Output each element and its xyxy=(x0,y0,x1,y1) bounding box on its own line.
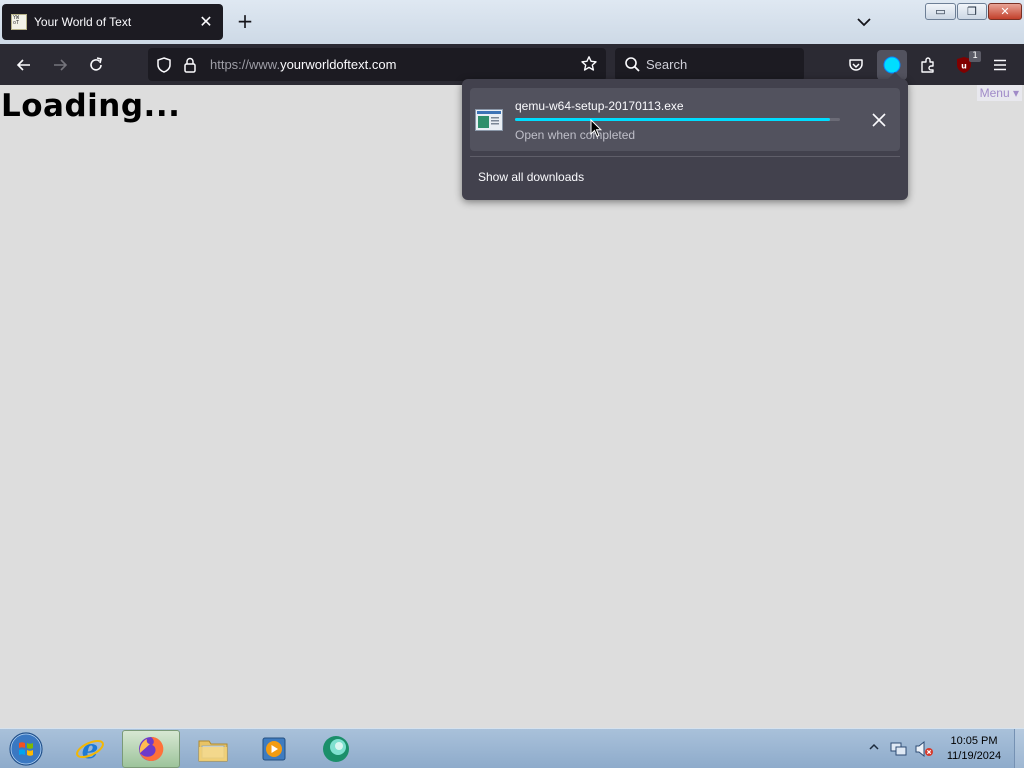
media-player-icon xyxy=(262,737,286,761)
windows-taskbar: e 10:05 PM 11/19/2024 xyxy=(0,728,1024,768)
new-tab-button[interactable]: + xyxy=(234,11,256,33)
close-tab-icon[interactable]: ✕ xyxy=(197,13,215,31)
lock-icon[interactable] xyxy=(182,56,198,74)
show-desktop-button[interactable] xyxy=(1014,729,1024,768)
download-file-name: qemu-w64-setup-20170113.exe xyxy=(515,99,684,113)
download-status: Open when completed xyxy=(515,128,636,142)
firefox-icon xyxy=(139,736,164,761)
minimize-button[interactable]: ▭ xyxy=(925,3,956,20)
close-icon xyxy=(872,113,886,127)
clock-time: 10:05 PM xyxy=(950,735,998,747)
taskbar-firefox[interactable] xyxy=(122,730,180,768)
tab-your-world-of-text[interactable]: YW oT Your World of Text ✕ xyxy=(2,4,223,40)
tab-strip: YW oT Your World of Text ✕ + ▭ ❐ ✕ xyxy=(0,0,1024,44)
search-bar[interactable]: Search xyxy=(615,48,804,81)
mouse-cursor-icon xyxy=(590,119,602,138)
clock-date: 11/19/2024 xyxy=(946,750,1002,762)
list-all-tabs-button[interactable] xyxy=(854,12,874,32)
arrow-left-icon xyxy=(16,59,30,71)
download-progress-bar xyxy=(515,118,840,121)
svg-text:e: e xyxy=(82,735,99,764)
speaker-muted-icon xyxy=(915,740,933,758)
search-icon xyxy=(625,57,640,72)
show-all-downloads-button[interactable]: Show all downloads xyxy=(478,170,584,184)
restore-button[interactable]: ❐ xyxy=(957,3,987,20)
tab-title: Your World of Text xyxy=(34,15,132,29)
taskbar-file-explorer[interactable] xyxy=(184,730,242,768)
downloads-panel: qemu-w64-setup-20170113.exe Open when co… xyxy=(462,72,908,200)
cancel-download-button[interactable] xyxy=(868,109,890,131)
taskbar-clock[interactable]: 10:05 PM 11/19/2024 xyxy=(934,734,1014,764)
url-text[interactable]: https://www.yourworldoftext.com xyxy=(210,57,396,72)
svg-text:u: u xyxy=(961,62,967,71)
app-menu-button[interactable] xyxy=(985,50,1015,80)
chevron-down-icon xyxy=(857,18,871,27)
pocket-button[interactable] xyxy=(841,50,871,80)
taskbar-app-green[interactable] xyxy=(307,730,365,768)
tracking-protection-shield-icon[interactable] xyxy=(155,56,173,74)
hamburger-menu-icon xyxy=(994,59,1006,71)
internet-explorer-icon: e xyxy=(76,735,104,764)
reload-icon xyxy=(90,57,102,71)
bookmark-star-icon[interactable] xyxy=(580,55,598,73)
extension-badge: 1 xyxy=(969,51,981,62)
address-bar[interactable]: https://www.yourworldoftext.com xyxy=(148,48,606,81)
site-favicon-icon: YW oT xyxy=(11,14,27,30)
tray-network[interactable] xyxy=(889,740,907,761)
globe-app-icon xyxy=(323,736,349,762)
start-button[interactable] xyxy=(7,731,45,767)
close-window-button[interactable]: ✕ xyxy=(988,3,1022,20)
taskbar-media-player[interactable] xyxy=(245,730,303,768)
back-button[interactable] xyxy=(11,52,37,78)
forward-button[interactable] xyxy=(47,52,73,78)
taskbar-internet-explorer[interactable]: e xyxy=(61,730,119,768)
puzzle-icon xyxy=(921,57,934,73)
pocket-icon xyxy=(849,59,863,71)
panel-arrow xyxy=(887,72,903,80)
show-hidden-icons-button[interactable] xyxy=(868,741,880,756)
folder-icon xyxy=(198,740,228,762)
exe-file-icon xyxy=(475,109,503,131)
windows-start-orb-icon xyxy=(9,732,43,766)
network-icon xyxy=(890,742,907,756)
loading-heading: Loading... xyxy=(1,88,181,124)
extensions-button[interactable] xyxy=(913,50,943,80)
arrow-right-icon xyxy=(54,59,68,71)
site-menu-link[interactable]: Menu ▾ xyxy=(976,85,1022,101)
download-item[interactable]: qemu-w64-setup-20170113.exe Open when co… xyxy=(470,88,900,151)
chevron-up-icon xyxy=(869,743,879,750)
ublock-origin-button[interactable]: u 1 xyxy=(949,50,981,80)
download-progress-fill xyxy=(515,118,831,121)
panel-divider xyxy=(470,156,900,157)
tray-volume-muted[interactable] xyxy=(914,740,934,761)
reload-button[interactable] xyxy=(83,52,109,78)
search-placeholder: Search xyxy=(646,57,688,72)
